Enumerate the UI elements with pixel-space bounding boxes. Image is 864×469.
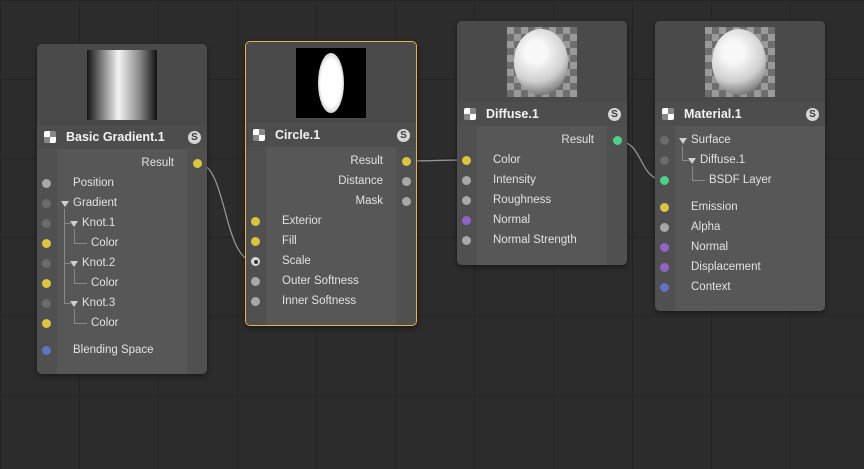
input-color-port[interactable] xyxy=(462,156,471,165)
solo-badge-icon[interactable]: S xyxy=(806,107,819,121)
input-normal-port[interactable] xyxy=(660,243,669,252)
input-position-port[interactable] xyxy=(42,179,51,188)
input-knot1-color-label: Color xyxy=(91,237,119,249)
output-result-port[interactable] xyxy=(193,159,202,168)
input-fill-port[interactable] xyxy=(251,237,260,246)
input-inner-softness-port[interactable] xyxy=(251,297,260,306)
input-scale-port[interactable] xyxy=(251,257,260,266)
output-result-label: Result xyxy=(350,155,383,167)
input-exterior-label: Exterior xyxy=(282,215,322,227)
input-scale-label: Scale xyxy=(282,255,311,267)
input-knot1-port[interactable] xyxy=(42,219,51,228)
input-knot3-color-label: Color xyxy=(91,317,119,329)
gradient-preview xyxy=(37,44,207,125)
circle-ports: Result Distance Mask Exterior Fill Scale… xyxy=(246,147,416,325)
input-intensity-port[interactable] xyxy=(462,176,471,185)
input-displacement-port[interactable] xyxy=(660,263,669,272)
node-type-icon xyxy=(662,108,674,120)
input-alpha-port[interactable] xyxy=(660,223,669,232)
input-position-label: Position xyxy=(73,177,114,189)
input-emission-label: Emission xyxy=(691,201,738,213)
material-ports: Surface Diffuse.1 BSDF Layer Emission Al… xyxy=(655,126,825,311)
expand-knot1-icon[interactable] xyxy=(70,221,78,227)
input-bsdf-layer-label: BSDF Layer xyxy=(709,174,772,186)
output-result-label: Result xyxy=(141,157,174,169)
input-intensity-label: Intensity xyxy=(493,174,536,186)
diffuse-titlebar[interactable]: Diffuse.1 S xyxy=(457,102,627,126)
input-knot3-color-port[interactable] xyxy=(42,319,51,328)
input-bsdf-layer-port[interactable] xyxy=(660,176,669,185)
input-normal-label: Normal xyxy=(691,241,729,253)
input-knot2-label: Knot.2 xyxy=(82,257,116,269)
solo-badge-icon[interactable]: S xyxy=(608,107,621,121)
input-inner-softness-label: Inner Softness xyxy=(282,295,357,307)
input-alpha-label: Alpha xyxy=(691,221,721,233)
diffuse-ports: Result Color Intensity Roughness Normal … xyxy=(457,126,627,265)
circle-preview xyxy=(246,42,416,123)
input-knot2-port[interactable] xyxy=(42,259,51,268)
input-surface-label: Surface xyxy=(691,134,731,146)
input-roughness-port[interactable] xyxy=(462,196,471,205)
basic-gradient-titlebar[interactable]: Basic Gradient.1 S xyxy=(37,125,207,149)
input-context-label: Context xyxy=(691,281,731,293)
basic-gradient-node[interactable]: Basic Gradient.1 S Result Position Gradi… xyxy=(37,44,207,374)
input-normal-port[interactable] xyxy=(462,216,471,225)
input-knot2-color-port[interactable] xyxy=(42,279,51,288)
input-context-port[interactable] xyxy=(660,283,669,292)
input-knot2-color-label: Color xyxy=(91,277,119,289)
input-knot3-label: Knot.3 xyxy=(82,297,116,309)
input-normal-strength-port[interactable] xyxy=(462,236,471,245)
input-diffuse-label: Diffuse.1 xyxy=(700,154,746,166)
node-type-icon xyxy=(44,131,56,143)
material-preview xyxy=(655,21,825,102)
output-mask-port[interactable] xyxy=(402,197,411,206)
output-result-label: Result xyxy=(561,134,594,146)
expand-knot2-icon[interactable] xyxy=(70,261,78,267)
output-result-port[interactable] xyxy=(613,136,622,145)
input-fill-label: Fill xyxy=(282,235,297,247)
diffuse-preview xyxy=(457,21,627,102)
expand-knot3-icon[interactable] xyxy=(70,301,78,307)
node-type-icon xyxy=(253,129,265,141)
solo-badge-icon[interactable]: S xyxy=(397,128,410,142)
expand-gradient-icon[interactable] xyxy=(61,201,69,207)
input-roughness-label: Roughness xyxy=(493,194,552,206)
input-color-label: Color xyxy=(493,154,521,166)
input-normal-label: Normal xyxy=(493,214,531,226)
input-outer-softness-port[interactable] xyxy=(251,277,260,286)
input-blending-space-label: Blending Space xyxy=(73,344,154,356)
expand-surface-icon[interactable] xyxy=(679,138,687,144)
expand-diffuse-icon[interactable] xyxy=(688,158,696,164)
solo-badge-icon[interactable]: S xyxy=(188,130,201,144)
input-knot1-color-port[interactable] xyxy=(42,239,51,248)
node-type-icon xyxy=(464,108,476,120)
node-title: Material.1 xyxy=(684,107,742,121)
input-knot3-port[interactable] xyxy=(42,299,51,308)
output-distance-label: Distance xyxy=(338,175,383,187)
input-emission-port[interactable] xyxy=(660,203,669,212)
material-titlebar[interactable]: Material.1 S xyxy=(655,102,825,126)
input-displacement-label: Displacement xyxy=(691,261,761,273)
diffuse-node[interactable]: Diffuse.1 S Result Color Intensity Rough… xyxy=(457,21,627,265)
material-node[interactable]: Material.1 S Surface Diffuse.1 BSDF Laye… xyxy=(655,21,825,311)
output-distance-port[interactable] xyxy=(402,177,411,186)
input-exterior-port[interactable] xyxy=(251,217,260,226)
node-title: Diffuse.1 xyxy=(486,107,539,121)
basic-gradient-ports: Result Position Gradient Knot.1 Color Kn… xyxy=(37,149,207,374)
output-result-port[interactable] xyxy=(402,157,411,166)
input-blending-space-port[interactable] xyxy=(42,346,51,355)
input-gradient-port[interactable] xyxy=(42,199,51,208)
circle-node[interactable]: Circle.1 S Result Distance Mask Exterior… xyxy=(245,41,417,326)
input-surface-port[interactable] xyxy=(660,136,669,145)
input-knot1-label: Knot.1 xyxy=(82,217,116,229)
output-mask-label: Mask xyxy=(355,195,383,207)
input-gradient-label: Gradient xyxy=(73,197,118,209)
input-normal-strength-label: Normal Strength xyxy=(493,234,577,246)
input-outer-softness-label: Outer Softness xyxy=(282,275,359,287)
input-diffuse-port[interactable] xyxy=(660,156,669,165)
circle-titlebar[interactable]: Circle.1 S xyxy=(246,123,416,147)
node-title: Circle.1 xyxy=(275,128,321,142)
node-title: Basic Gradient.1 xyxy=(66,130,165,144)
